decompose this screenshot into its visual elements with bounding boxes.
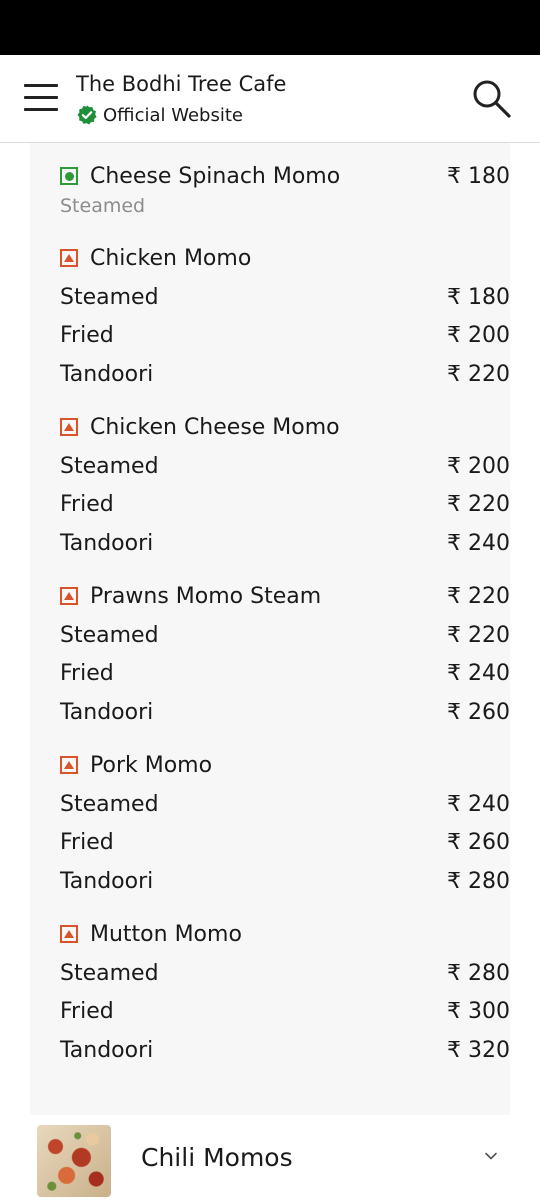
variant-price: ₹ 240 bbox=[447, 660, 510, 686]
variant-price: ₹ 280 bbox=[447, 960, 510, 986]
variant-price: ₹ 220 bbox=[447, 491, 510, 517]
variant-price: ₹ 220 bbox=[447, 361, 510, 387]
item-name: Chicken Cheese Momo bbox=[90, 414, 340, 440]
variant-label: Steamed bbox=[60, 791, 159, 817]
non-veg-icon bbox=[60, 418, 78, 436]
variant-row: Tandoori ₹ 320 bbox=[60, 1033, 510, 1067]
variant-price: ₹ 260 bbox=[447, 829, 510, 855]
menu-item: Cheese Spinach Momo ₹ 180 bbox=[60, 159, 510, 193]
variant-row: Tandoori ₹ 240 bbox=[60, 526, 510, 560]
variant-label: Steamed bbox=[60, 453, 159, 479]
variant-price: ₹ 220 bbox=[447, 622, 510, 648]
non-veg-icon bbox=[60, 249, 78, 267]
chevron-down-icon[interactable] bbox=[484, 1151, 498, 1161]
veg-icon bbox=[60, 167, 78, 185]
item-name: Mutton Momo bbox=[90, 921, 242, 947]
variant-price: ₹ 300 bbox=[447, 998, 510, 1024]
item-sublabel: Steamed bbox=[60, 195, 146, 217]
variant-row: Tandoori ₹ 260 bbox=[60, 695, 510, 729]
variant-row: Tandoori ₹ 280 bbox=[60, 864, 510, 898]
variant-row: Fried ₹ 300 bbox=[60, 994, 510, 1028]
menu-item: Chicken Cheese Momo bbox=[60, 410, 510, 444]
variant-price: ₹ 240 bbox=[447, 791, 510, 817]
variant-label: Steamed bbox=[60, 960, 159, 986]
variant-label: Tandoori bbox=[60, 530, 154, 556]
menu-item: Mutton Momo bbox=[60, 917, 510, 951]
menu-item: Chicken Momo bbox=[60, 241, 510, 275]
variant-row: Steamed ₹ 200 bbox=[60, 449, 510, 483]
variant-label: Fried bbox=[60, 998, 114, 1024]
variant-row: Fried ₹ 260 bbox=[60, 825, 510, 859]
variant-price: ₹ 280 bbox=[447, 868, 510, 894]
variant-label: Tandoori bbox=[60, 1037, 154, 1063]
variant-label: Tandoori bbox=[60, 361, 154, 387]
verified-check-icon bbox=[77, 105, 97, 125]
item-name: Prawns Momo Steam bbox=[90, 583, 322, 609]
category-chili-momos[interactable]: Chili Momos bbox=[0, 1115, 540, 1200]
variant-label: Steamed bbox=[60, 622, 159, 648]
app-header: The Bodhi Tree Cafe Official Website bbox=[0, 55, 540, 143]
item-price: ₹ 180 bbox=[447, 163, 510, 189]
verified-subtitle: Official Website bbox=[76, 103, 243, 127]
non-veg-icon bbox=[60, 587, 78, 605]
variant-label: Fried bbox=[60, 660, 114, 686]
site-title: The Bodhi Tree Cafe bbox=[76, 72, 286, 96]
variant-row: Steamed ₹ 220 bbox=[60, 618, 510, 652]
item-name: Cheese Spinach Momo bbox=[90, 163, 341, 189]
item-name: Chicken Momo bbox=[90, 245, 252, 271]
non-veg-icon bbox=[60, 756, 78, 774]
variant-row: Tandoori ₹ 220 bbox=[60, 357, 510, 391]
variant-row: Steamed ₹ 280 bbox=[60, 956, 510, 990]
variant-label: Tandoori bbox=[60, 699, 154, 725]
variant-price: ₹ 240 bbox=[447, 530, 510, 556]
subtitle-text: Official Website bbox=[103, 104, 243, 126]
variant-label: Fried bbox=[60, 491, 114, 517]
variant-price: ₹ 320 bbox=[447, 1037, 510, 1063]
menu-item: Prawns Momo Steam ₹ 220 bbox=[60, 579, 510, 613]
menu-item: Pork Momo bbox=[60, 748, 510, 782]
variant-price: ₹ 180 bbox=[447, 284, 510, 310]
variant-row: Fried ₹ 240 bbox=[60, 656, 510, 690]
item-name: Pork Momo bbox=[90, 752, 213, 778]
hamburger-menu-icon[interactable] bbox=[24, 83, 60, 113]
variant-row: Fried ₹ 200 bbox=[60, 318, 510, 352]
item-price: ₹ 220 bbox=[447, 583, 510, 609]
variant-row: Steamed ₹ 240 bbox=[60, 787, 510, 821]
variant-price: ₹ 200 bbox=[447, 453, 510, 479]
search-icon[interactable] bbox=[470, 77, 512, 119]
variant-price: ₹ 260 bbox=[447, 699, 510, 725]
category-title: Chili Momos bbox=[141, 1143, 293, 1172]
variant-row: Fried ₹ 220 bbox=[60, 487, 510, 521]
status-bar bbox=[0, 0, 540, 55]
variant-row: Steamed ₹ 180 bbox=[60, 280, 510, 314]
variant-price: ₹ 200 bbox=[447, 322, 510, 348]
variant-label: Fried bbox=[60, 829, 114, 855]
food-thumbnail bbox=[37, 1125, 111, 1197]
non-veg-icon bbox=[60, 925, 78, 943]
menu-panel: Cheese Spinach Momo ₹ 180 Steamed Chicke… bbox=[30, 143, 510, 1115]
variant-label: Fried bbox=[60, 322, 114, 348]
variant-label: Tandoori bbox=[60, 868, 154, 894]
variant-label: Steamed bbox=[60, 284, 159, 310]
